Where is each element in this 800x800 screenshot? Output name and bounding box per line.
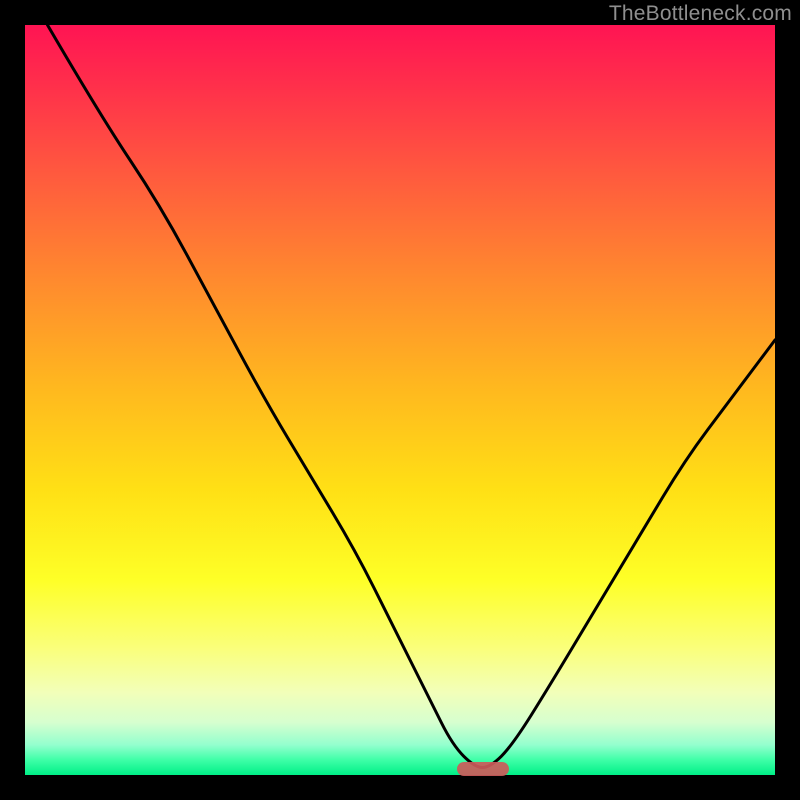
curve-layer [25,25,775,775]
bottleneck-curve [48,25,776,768]
bottleneck-minimum-marker [457,762,509,776]
watermark-text: TheBottleneck.com [609,2,792,26]
chart-frame: TheBottleneck.com [0,0,800,800]
plot-area [25,25,775,775]
